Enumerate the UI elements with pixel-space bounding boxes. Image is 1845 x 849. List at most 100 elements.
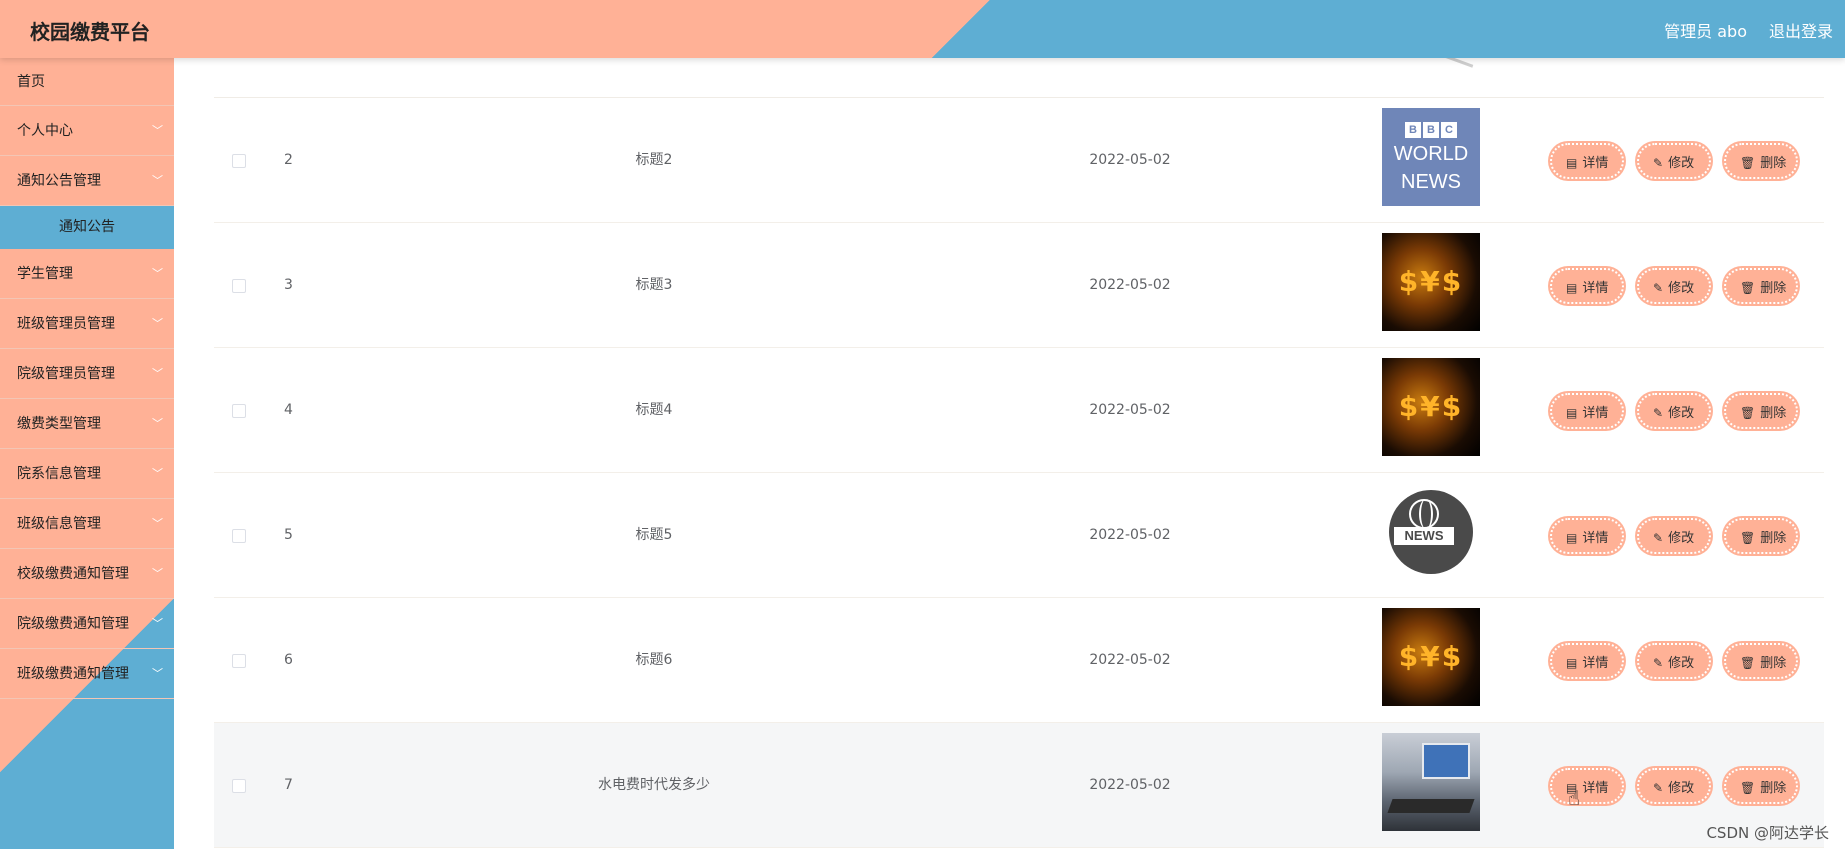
edit-button[interactable]: ✎ 修改: [1637, 268, 1711, 304]
edit-button[interactable]: ✎ 修改: [1637, 143, 1711, 179]
sidebar-item-label: 学生管理: [17, 266, 73, 282]
document-icon: ▤: [1566, 156, 1578, 170]
sidebar-item-personal-center[interactable]: 个人中心 ﹀: [0, 106, 174, 156]
row-index: 4: [284, 402, 293, 418]
sidebar-item-school-fee-notice-management[interactable]: 校级缴费通知管理 ﹀: [0, 549, 174, 599]
chevron-down-icon: ﹀: [152, 667, 163, 680]
document-icon: ▤: [1566, 531, 1578, 545]
sidebar-item-label: 通知公告: [59, 219, 115, 235]
chevron-down-icon: ﹀: [152, 617, 163, 630]
logout-link[interactable]: 退出登录: [1769, 18, 1833, 42]
chevron-down-icon: ﹀: [152, 417, 163, 430]
pencil-icon: ✎: [1653, 281, 1664, 295]
row-title: 标题6: [635, 652, 673, 668]
pencil-icon: ✎: [1653, 781, 1664, 795]
sidebar-item-class-admin-management[interactable]: 班级管理员管理 ﹀: [0, 299, 174, 349]
sidebar-item-notice-management[interactable]: 通知公告管理 ﹀: [0, 156, 174, 206]
thumbnail-image: NEWS: [1382, 483, 1480, 581]
delete-button[interactable]: 🗑 删除: [1724, 143, 1798, 179]
detail-button[interactable]: ▤ 详情: [1550, 643, 1624, 679]
trash-icon: 🗑: [1740, 656, 1756, 670]
delete-button[interactable]: 🗑 删除: [1724, 268, 1798, 304]
chevron-down-icon: ﹀: [152, 517, 163, 530]
row-date: 2022-05-02: [1089, 402, 1171, 418]
delete-button[interactable]: 🗑 删除: [1724, 393, 1798, 429]
trash-icon: 🗑: [1740, 406, 1756, 420]
row-title: 标题2: [635, 152, 673, 168]
edit-button[interactable]: ✎ 修改: [1637, 768, 1711, 804]
row-checkbox[interactable]: [232, 654, 246, 668]
row-date: 2022-05-02: [1089, 527, 1171, 543]
sidebar-item-label: 班级信息管理: [17, 516, 101, 532]
row-index: 6: [284, 652, 293, 668]
edit-button[interactable]: ✎ 修改: [1637, 518, 1711, 554]
sidebar-item-label: 班级管理员管理: [17, 316, 115, 332]
sidebar-item-label: 个人中心: [17, 123, 73, 139]
row-date: 2022-05-02: [1089, 152, 1171, 168]
row-checkbox[interactable]: [232, 529, 246, 543]
sidebar-subitem-notice[interactable]: 通知公告: [0, 206, 174, 249]
row-title: 标题5: [635, 527, 673, 543]
sidebar-item-label: 班级缴费通知管理: [17, 666, 129, 682]
row-title: 水电费时代发多少: [598, 777, 710, 793]
edit-button[interactable]: ✎ 修改: [1637, 643, 1711, 679]
delete-button[interactable]: 🗑 删除: [1724, 518, 1798, 554]
sidebar-item-label: 院级管理员管理: [17, 366, 115, 382]
trash-icon: 🗑: [1740, 156, 1756, 170]
detail-button[interactable]: ▤ 详情: [1550, 393, 1624, 429]
row-index: 7: [284, 777, 293, 793]
row-title: 标题4: [635, 402, 673, 418]
sidebar-item-department-info-management[interactable]: 院系信息管理 ﹀: [0, 449, 174, 499]
chevron-down-icon: ﹀: [152, 467, 163, 480]
detail-button[interactable]: ▤ 详情: [1550, 768, 1624, 804]
row-checkbox[interactable]: [232, 279, 246, 293]
chevron-down-icon: ﹀: [152, 174, 163, 187]
edit-button[interactable]: ✎ 修改: [1637, 393, 1711, 429]
top-header: 校园缴费平台 管理员 abo 退出登录: [0, 0, 1845, 58]
pencil-icon: ✎: [1653, 531, 1664, 545]
table-row: 5 标题5 2022-05-02 NEWS ▤ 详情 ✎ 修改 🗑 删除: [214, 473, 1824, 598]
sidebar-item-home[interactable]: 首页: [0, 58, 174, 106]
sidebar-item-college-admin-management[interactable]: 院级管理员管理 ﹀: [0, 349, 174, 399]
table-row: 6 标题6 2022-05-02 $¥$ ▤ 详情 ✎ 修改 🗑 删除: [214, 598, 1824, 723]
table-row: 7 水电费时代发多少 2022-05-02 ▤ 详情 ✎ 修改 🗑 删除: [214, 723, 1824, 848]
table-row: 2 标题2 2022-05-02 BBC WORLD NEWS ▤ 详情 ✎ 修改 …: [214, 98, 1824, 223]
row-title: 标题3: [635, 277, 673, 293]
sidebar-item-label: 通知公告管理: [17, 173, 101, 189]
trash-icon: 🗑: [1740, 281, 1756, 295]
row-checkbox[interactable]: [232, 154, 246, 168]
chevron-down-icon: ﹀: [152, 267, 163, 280]
chevron-down-icon: ﹀: [152, 367, 163, 380]
trash-icon: 🗑: [1740, 781, 1756, 795]
detail-button[interactable]: ▤ 详情: [1550, 518, 1624, 554]
hand-cursor-icon: ☝: [1568, 786, 1581, 810]
sidebar-item-class-info-management[interactable]: 班级信息管理 ﹀: [0, 499, 174, 549]
sidebar-item-label: 缴费类型管理: [17, 416, 101, 432]
delete-button[interactable]: 🗑 删除: [1724, 768, 1798, 804]
detail-button[interactable]: ▤ 详情: [1550, 268, 1624, 304]
sidebar-item-college-fee-notice-management[interactable]: 院级缴费通知管理 ﹀: [0, 599, 174, 649]
delete-button[interactable]: 🗑 删除: [1724, 643, 1798, 679]
sidebar-item-fee-type-management[interactable]: 缴费类型管理 ﹀: [0, 399, 174, 449]
row-date: 2022-05-02: [1089, 277, 1171, 293]
sidebar-item-class-fee-notice-management[interactable]: 班级缴费通知管理 ﹀: [0, 649, 174, 699]
pencil-icon: ✎: [1653, 406, 1664, 420]
document-icon: ▤: [1566, 656, 1578, 670]
sidebar-item-label: 院级缴费通知管理: [17, 616, 129, 632]
thumbnail-image: $¥$: [1382, 608, 1480, 706]
trash-icon: 🗑: [1740, 531, 1756, 545]
sidebar-item-label: 首页: [17, 74, 45, 90]
thumbnail-image: BBC WORLD NEWS: [1382, 108, 1480, 206]
row-checkbox[interactable]: [232, 779, 246, 793]
pencil-icon: ✎: [1653, 156, 1664, 170]
detail-button[interactable]: ▤ 详情: [1550, 143, 1624, 179]
table-row: 3 标题3 2022-05-02 $¥$ ▤ 详情 ✎ 修改 🗑 删除: [214, 223, 1824, 348]
notice-table: 2 标题2 2022-05-02 BBC WORLD NEWS ▤ 详情 ✎ 修改 …: [214, 58, 1824, 849]
row-checkbox[interactable]: [232, 404, 246, 418]
row-index: 5: [284, 527, 293, 543]
sidebar-item-student-management[interactable]: 学生管理 ﹀: [0, 249, 174, 299]
sidebar-menu: 首页 个人中心 ﹀ 通知公告管理 ﹀ 通知公告 学生管理 ﹀ 班级管理员管理 ﹀…: [0, 58, 174, 849]
row-index: 2: [284, 152, 293, 168]
chevron-down-icon: ﹀: [152, 124, 163, 137]
sidebar-item-label: 校级缴费通知管理: [17, 566, 129, 582]
